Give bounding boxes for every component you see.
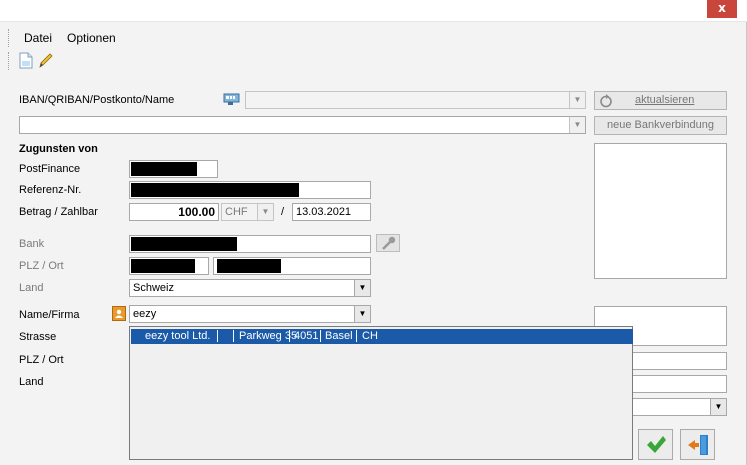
- company-cell: eezy tool Ltd.: [145, 330, 211, 342]
- iban-name-combobox[interactable]: ▼: [19, 116, 586, 134]
- right-dropdown-arrow[interactable]: ▼: [710, 399, 726, 415]
- iban-label: IBAN/QRIBAN/Postkonto/Name: [19, 94, 175, 106]
- cell-separator: [320, 330, 321, 342]
- bank-country-value: Schweiz: [133, 282, 174, 294]
- reference-label: Referenz-Nr.: [19, 184, 82, 196]
- cell-separator: [233, 330, 234, 342]
- key-icon: [381, 236, 397, 254]
- currency-dropdown-arrow[interactable]: ▼: [257, 204, 273, 220]
- zip-city-label: PLZ / Ort: [19, 354, 64, 366]
- amount-field[interactable]: 100.00: [129, 203, 219, 221]
- name-value: eezy: [133, 308, 157, 320]
- bank-zip-city-label: PLZ / Ort: [19, 260, 64, 272]
- bank-search-button[interactable]: [376, 234, 400, 252]
- new-document-icon[interactable]: [19, 52, 35, 70]
- street-label: Strasse: [19, 331, 57, 343]
- redacted-block: [131, 183, 299, 197]
- reference-field[interactable]: [129, 181, 371, 199]
- bank-country-combobox[interactable]: Schweiz ▼: [129, 279, 371, 297]
- redacted-block: [131, 162, 197, 176]
- exit-door-icon: [687, 433, 710, 460]
- bank-country-label: Land: [19, 282, 44, 294]
- country-label: Land: [19, 376, 44, 388]
- name-combobox[interactable]: eezy ▼: [129, 305, 371, 323]
- section-title: Zugunsten von: [19, 143, 98, 155]
- amount-label: Betrag / Zahlbar: [19, 206, 98, 218]
- update-button-label: aktualsieren: [635, 94, 695, 106]
- country-cell: CH: [362, 330, 378, 342]
- menu-datei[interactable]: Datei: [24, 31, 52, 45]
- bank-country-dropdown-arrow[interactable]: ▼: [354, 280, 370, 296]
- postfinance-field[interactable]: [129, 160, 218, 178]
- cell-separator: [217, 330, 218, 342]
- toolbar-grip: [8, 52, 10, 70]
- update-button[interactable]: aktualsieren: [594, 91, 727, 110]
- close-button[interactable]: x: [707, 0, 737, 18]
- title-bar: x: [0, 0, 747, 22]
- name-dropdown-arrow[interactable]: ▼: [354, 306, 370, 322]
- zip-cell: 4051: [294, 330, 319, 342]
- date-field[interactable]: 13.03.2021: [292, 203, 371, 221]
- qr-preview-panel: [594, 143, 727, 279]
- iban-combobox[interactable]: ▼: [245, 91, 586, 109]
- iban-dropdown-arrow[interactable]: ▼: [569, 92, 585, 108]
- payment-window: x Datei Optionen IBAN/QRIBAN/Postkonto/N…: [0, 0, 747, 465]
- redacted-block: [131, 259, 195, 273]
- currency-combobox[interactable]: CHF ▼: [221, 203, 274, 221]
- bank-field[interactable]: [129, 235, 371, 253]
- card-reader-icon[interactable]: [223, 92, 241, 106]
- date-value: 13.03.2021: [296, 206, 352, 218]
- new-bank-button[interactable]: neue Bankverbindung: [594, 116, 727, 135]
- menu-optionen[interactable]: Optionen: [67, 31, 116, 45]
- iban-name-dropdown-arrow[interactable]: ▼: [569, 117, 585, 133]
- refresh-icon: [599, 94, 613, 108]
- ok-button[interactable]: [638, 429, 673, 460]
- currency-value: CHF: [225, 206, 248, 218]
- date-separator: /: [281, 206, 285, 218]
- name-label: Name/Firma: [19, 309, 80, 321]
- redacted-block: [217, 259, 281, 273]
- edit-pencil-icon[interactable]: [38, 52, 54, 70]
- cell-separator: [356, 330, 357, 342]
- list-item[interactable]: eezy tool Ltd. Parkweg 35 4051 Basel CH: [131, 329, 633, 344]
- amount-value: 100.00: [178, 205, 215, 219]
- bank-zip-field[interactable]: [129, 257, 209, 275]
- postfinance-label: PostFinance: [19, 163, 81, 175]
- menubar-grip: [8, 29, 10, 47]
- redacted-block: [131, 237, 237, 251]
- exit-button[interactable]: [680, 429, 715, 460]
- cell-separator: [289, 330, 290, 342]
- new-bank-button-label: neue Bankverbindung: [606, 119, 715, 131]
- checkmark-icon: [646, 435, 667, 458]
- address-book-icon[interactable]: [112, 306, 126, 321]
- autocomplete-list[interactable]: eezy tool Ltd. Parkweg 35 4051 Basel CH: [129, 326, 633, 460]
- bank-label: Bank: [19, 238, 45, 250]
- bank-city-field[interactable]: [213, 257, 371, 275]
- city-cell: Basel: [325, 330, 353, 342]
